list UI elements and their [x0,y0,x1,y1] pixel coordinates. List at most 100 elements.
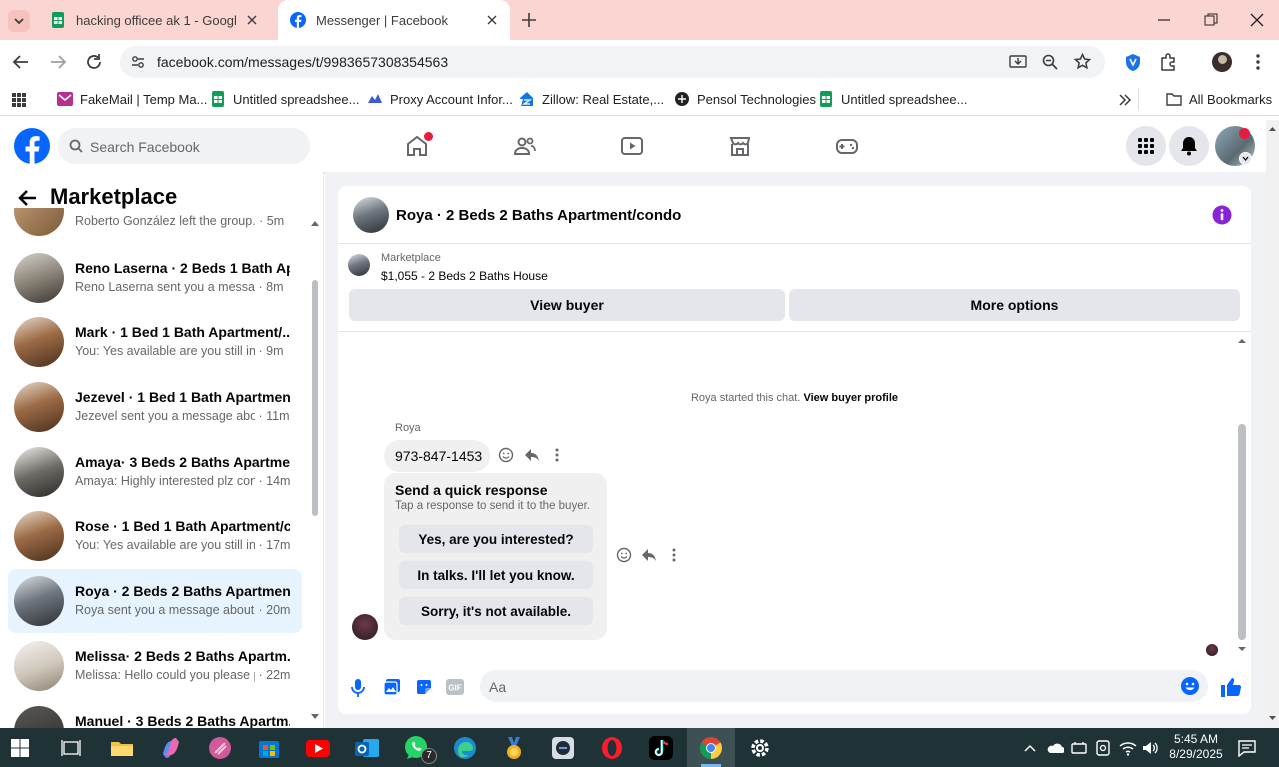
tiktok-icon[interactable] [647,734,675,762]
wifi-icon[interactable] [1119,740,1137,756]
forward-icon[interactable] [49,53,67,71]
sender-avatar[interactable] [352,614,378,640]
listing-thumbnail[interactable] [348,254,370,276]
bookmark-fakemail[interactable]: FakeMail | Temp Ma... [57,91,207,107]
conversation-item[interactable]: Manuel · 3 Beds 2 Baths Apartm... [8,699,302,728]
conversation-item[interactable]: Melissa· 2 Beds 2 Baths Apartm... Meliss… [8,634,302,698]
task-view-icon[interactable] [61,738,81,758]
like-icon[interactable] [1220,676,1242,698]
file-explorer-icon[interactable] [108,734,136,762]
react-icon[interactable] [616,547,632,563]
gaming-icon[interactable] [835,134,859,158]
designer-icon[interactable] [206,734,234,762]
chat-title[interactable]: Roya · 2 Beds 2 Baths Apartment/condo [396,207,681,224]
more-options-button[interactable]: More options [789,289,1240,321]
back-icon[interactable] [12,53,30,71]
edge-icon[interactable] [451,734,479,762]
emoji-icon[interactable] [1180,676,1200,696]
conversation-item[interactable]: Rose · 1 Bed 1 Bath Apartment/c... You: … [8,504,302,568]
tray-chevron-icon[interactable] [1023,741,1037,755]
notifications-button[interactable] [1169,126,1209,166]
message-bubble[interactable]: 973-847-1453 [384,440,490,472]
sidebar-scrollbar[interactable] [310,216,320,724]
bookmark-spreadsheet-2[interactable]: Untitled spreadshee... [818,91,967,107]
video-icon[interactable] [620,134,644,158]
site-info-icon[interactable] [130,54,146,70]
facebook-logo[interactable] [14,128,50,164]
tab-messenger[interactable]: Messenger | Facebook [278,0,510,40]
all-bookmarks[interactable]: All Bookmarks [1166,91,1272,107]
bookmark-spreadsheet-1[interactable]: Untitled spreadshee... [210,91,359,107]
conversation-partial[interactable]: Roberto González left the group. · 5m [8,208,302,236]
rewards-medal-icon[interactable] [500,734,528,762]
chrome-menu-icon[interactable] [1250,53,1266,71]
youtube-icon[interactable] [304,734,332,762]
new-tab-button[interactable] [520,11,538,29]
restore-icon[interactable] [1203,12,1219,28]
quick-reply-not-available[interactable]: Sorry, it's not available. [399,597,593,625]
close-tab-icon[interactable] [484,12,500,28]
bookmark-star-icon[interactable] [1074,53,1091,70]
tab-google-sheets[interactable]: hacking officee ak 1 - Google S [38,0,270,40]
reload-icon[interactable] [85,53,103,71]
quick-reply-in-talks[interactable]: In talks. I'll let you know. [399,561,593,589]
conversation-item[interactable]: Jezevel · 1 Bed 1 Bath Apartmen... Jezev… [8,375,302,439]
network-device-icon[interactable] [1071,740,1087,756]
copilot-icon[interactable] [157,734,185,762]
tab-search-button[interactable] [8,10,30,32]
bookmark-pensol[interactable]: Pensol Technologies [674,91,816,107]
reply-icon[interactable] [641,547,657,563]
sticker-icon[interactable] [415,678,433,696]
outlook-icon[interactable] [353,734,381,762]
zoom-icon[interactable] [1042,54,1058,70]
app-icon[interactable] [549,734,577,762]
close-tab-icon[interactable] [244,12,260,28]
microphone-icon[interactable] [350,678,366,698]
clock[interactable]: 5:45 AM 8/29/2025 [1165,732,1227,762]
photo-icon[interactable] [383,678,401,696]
quick-reply-interested[interactable]: Yes, are you interested? [399,525,593,553]
install-app-icon[interactable] [1009,54,1027,70]
back-arrow-icon[interactable] [18,188,38,208]
more-actions-icon[interactable] [552,447,562,463]
conversation-item[interactable]: Amaya· 3 Beds 2 Baths Apartme... Amaya: … [8,440,302,504]
extensions-icon[interactable] [1159,53,1177,71]
camera-icon[interactable] [1096,740,1110,756]
react-icon[interactable] [498,447,514,463]
profile-avatar[interactable] [1212,52,1232,72]
conversation-item[interactable]: Mark · 1 Bed 1 Bath Apartment/... You: Y… [8,310,302,374]
minimize-icon[interactable] [1156,12,1172,28]
chrome-taskbar-active[interactable] [687,728,735,767]
conversation-item-active[interactable]: Roya · 2 Beds 2 Baths Apartmen... Roya s… [8,569,302,633]
view-buyer-profile-link[interactable]: View buyer profile [803,392,898,404]
onedrive-icon[interactable] [1046,741,1064,755]
apps-grid-icon[interactable] [11,92,27,108]
microsoft-store-icon[interactable] [255,734,283,762]
reply-icon[interactable] [524,447,540,463]
account-chevron-icon[interactable] [1239,152,1252,165]
chat-scrollbar[interactable] [1236,334,1248,654]
vpn-shield-icon[interactable] [1124,53,1142,72]
notification-center-icon[interactable] [1238,739,1256,757]
windows-start-icon[interactable] [10,738,30,758]
message-input[interactable]: Aa [480,670,1208,702]
gif-icon[interactable]: GIF [446,679,464,695]
page-scrollbar[interactable] [1266,120,1279,728]
volume-icon[interactable] [1142,740,1160,756]
address-bar[interactable]: facebook.com/messages/t/9983657308354563 [120,46,1105,78]
chat-avatar[interactable] [353,197,389,233]
more-bookmarks-icon[interactable] [1118,93,1132,107]
settings-gear-icon[interactable] [746,734,774,762]
conversation-item[interactable]: Reno Laserna · 2 Beds 1 Bath Ap... Reno … [8,246,302,310]
menu-grid-button[interactable] [1126,126,1166,166]
bookmark-zillow[interactable]: Zillow: Real Estate,... [519,91,664,107]
view-buyer-button[interactable]: View buyer [349,289,785,321]
search-input[interactable]: Search Facebook [58,128,310,164]
opera-icon[interactable] [598,734,626,762]
listing-title[interactable]: $1,055 - 2 Beds 2 Baths House [381,269,548,283]
info-icon[interactable] [1212,205,1232,225]
marketplace-icon[interactable] [728,134,752,158]
bookmark-proxy[interactable]: Proxy Account Infor... [367,91,513,107]
friends-icon[interactable] [513,134,537,158]
close-window-icon[interactable] [1249,12,1265,28]
